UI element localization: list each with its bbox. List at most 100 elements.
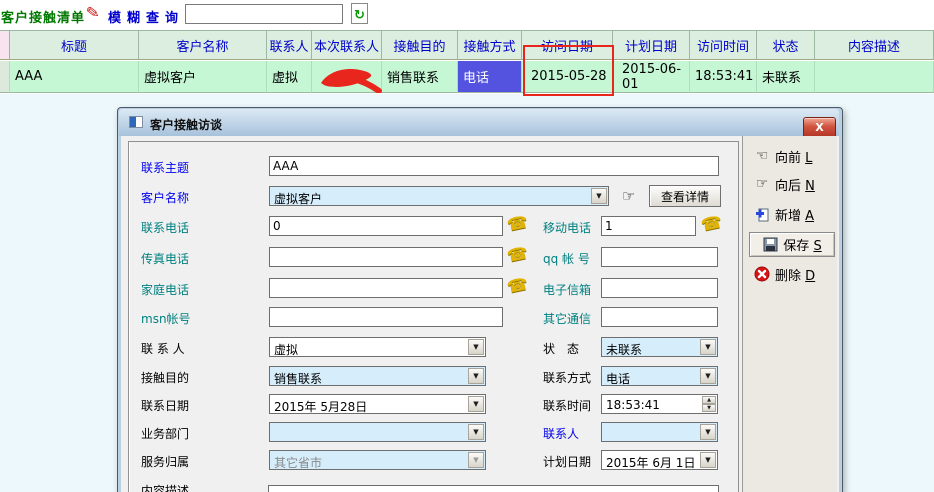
chevron-down-icon[interactable]: ▼	[700, 424, 716, 440]
chevron-down-icon[interactable]: ▼	[591, 188, 607, 204]
mobile-phone-input[interactable]	[601, 216, 696, 236]
delete-button[interactable]: 删除 D	[754, 264, 834, 284]
home-phone-label: 家庭电话	[141, 281, 189, 298]
next-button-label: 向后	[775, 179, 801, 194]
search-input[interactable]	[185, 4, 343, 24]
save-button-label: 保存	[783, 239, 809, 254]
contact-person2-combo[interactable]: ▼	[601, 422, 718, 442]
purpose-combo[interactable]: 销售联系 ▼	[269, 366, 486, 386]
add-mnemonic: A	[805, 209, 814, 224]
table-header-purpose[interactable]: 接触目的	[382, 30, 458, 60]
table-cell-method-selected[interactable]: 电话	[458, 61, 522, 93]
business-dept-label: 业务部门	[141, 425, 189, 442]
add-button-label: 新增	[775, 209, 801, 224]
table-header-description[interactable]: 内容描述	[815, 30, 934, 60]
save-button[interactable]: 保存 S	[749, 232, 835, 257]
pointer-hand-icon[interactable]: ☞	[622, 187, 635, 205]
floppy-save-icon	[762, 237, 778, 252]
table-header-visit-date[interactable]: 访问日期	[522, 30, 613, 60]
prev-mnemonic: L	[805, 151, 812, 166]
contact-interview-dialog: 客户接触访谈 X 联系主题 客户名称 虚拟客户 ▼ ☞ 查看详情 联系电话 ☎ …	[117, 107, 843, 492]
table-header-current-contact[interactable]: 本次联系人	[312, 30, 382, 60]
table-cell-status[interactable]: 未联系	[757, 61, 815, 93]
customer-combo[interactable]: 虚拟客户 ▼	[269, 186, 609, 206]
spin-down-icon[interactable]: ▼	[702, 404, 716, 412]
email-label: 电子信箱	[543, 281, 591, 298]
status-combo[interactable]: 未联系 ▼	[601, 337, 718, 357]
table-cell-title[interactable]: AAA	[10, 61, 139, 93]
table-cell-customer-name[interactable]: 虚拟客户	[139, 61, 267, 93]
add-button[interactable]: 新增 A	[754, 204, 834, 224]
table-cell-description[interactable]	[815, 61, 934, 93]
chevron-down-icon: ▼	[468, 452, 484, 468]
purpose-combo-value: 销售联系	[274, 370, 322, 387]
email-input[interactable]	[601, 278, 718, 298]
contact-date-picker[interactable]: 2015年 5月28日 ▼	[269, 394, 486, 414]
contact-time-label: 联系时间	[543, 397, 591, 414]
msn-input[interactable]	[269, 307, 503, 327]
view-detail-button[interactable]: 查看详情	[649, 185, 721, 207]
contact-phone-input[interactable]	[269, 216, 503, 236]
prev-button[interactable]: ☜ 向前 L	[754, 146, 834, 166]
chevron-down-icon[interactable]: ▼	[468, 424, 484, 440]
delete-button-label: 删除	[775, 269, 801, 284]
service-area-combo-value: 其它省市	[274, 454, 322, 471]
close-icon: X	[815, 121, 823, 134]
hand-left-icon: ☜	[754, 148, 770, 164]
contact-date-value: 2015年 5月28日	[274, 398, 367, 415]
table-header-status[interactable]: 状态	[757, 30, 815, 60]
toolbar: 客户接触清单 ✎ 模糊查询 ↻	[0, 0, 934, 29]
close-button[interactable]: X	[803, 117, 836, 138]
purpose-label: 接触目的	[141, 369, 189, 386]
contact-method-combo-value: 电话	[606, 370, 630, 387]
next-button[interactable]: ☞ 向后 N	[754, 174, 834, 194]
table-header-contact[interactable]: 联系人	[267, 30, 312, 60]
refresh-icon[interactable]: ↻	[351, 3, 368, 24]
table-cell-current-contact[interactable]	[312, 61, 382, 93]
chevron-down-icon[interactable]: ▼	[700, 452, 716, 468]
fax-phone-label: 传真电话	[141, 250, 189, 267]
subject-input[interactable]	[269, 156, 719, 176]
hand-right-icon: ☞	[754, 176, 770, 192]
description-input[interactable]	[268, 485, 719, 492]
business-dept-combo[interactable]: ▼	[269, 422, 486, 442]
qq-label: qq 帐 号	[543, 250, 590, 267]
fax-phone-input[interactable]	[269, 247, 503, 267]
table-cell-plan-date[interactable]: 2015-06-01	[613, 61, 690, 93]
chevron-down-icon[interactable]: ▼	[468, 396, 484, 412]
chevron-down-icon[interactable]: ▼	[700, 339, 716, 355]
table-cell-visit-date[interactable]: 2015-05-28	[522, 61, 613, 93]
subject-label: 联系主题	[141, 159, 189, 176]
table-cell-purpose[interactable]: 销售联系	[382, 61, 458, 93]
contact-time-spinner[interactable]: 18:53:41 ▲ ▼	[601, 394, 718, 414]
customer-label: 客户名称	[141, 189, 189, 206]
contact-time-value: 18:53:41	[606, 398, 660, 412]
home-phone-input[interactable]	[269, 278, 503, 298]
table-header-plan-date[interactable]: 计划日期	[613, 30, 690, 60]
description-label: 内容描述	[141, 482, 189, 492]
contact-phone-label: 联系电话	[141, 219, 189, 236]
chevron-down-icon[interactable]: ▼	[468, 368, 484, 384]
spin-up-icon[interactable]: ▲	[702, 396, 716, 404]
plan-date-picker[interactable]: 2015年 6月 1日 ▼	[601, 450, 718, 470]
table-cell-contact[interactable]: 虚拟	[267, 61, 312, 93]
table-header-title[interactable]: 标题	[10, 30, 139, 60]
panel-border-right	[738, 141, 739, 492]
status-label: 状 态	[543, 340, 579, 357]
table-header-customer-name[interactable]: 客户名称	[139, 30, 267, 60]
chevron-down-icon[interactable]: ▼	[468, 339, 484, 355]
table-header-method[interactable]: 接触方式	[458, 30, 522, 60]
table-header-visit-time[interactable]: 访问时间	[690, 30, 757, 60]
qq-input[interactable]	[601, 247, 718, 267]
other-comm-input[interactable]	[601, 307, 718, 327]
window-icon	[129, 116, 143, 128]
row-selector-cell[interactable]	[0, 61, 10, 93]
prev-button-label: 向前	[775, 151, 801, 166]
contact-person-combo[interactable]: 虚拟 ▼	[269, 337, 486, 357]
chevron-down-icon[interactable]: ▼	[700, 368, 716, 384]
msn-label: msn帐号	[141, 310, 191, 327]
table-cell-visit-time[interactable]: 18:53:41	[690, 61, 757, 93]
pen-icon: ✎	[85, 2, 101, 23]
contact-method-combo[interactable]: 电话 ▼	[601, 366, 718, 386]
dialog-titlebar[interactable]: 客户接触访谈 X	[119, 109, 839, 136]
